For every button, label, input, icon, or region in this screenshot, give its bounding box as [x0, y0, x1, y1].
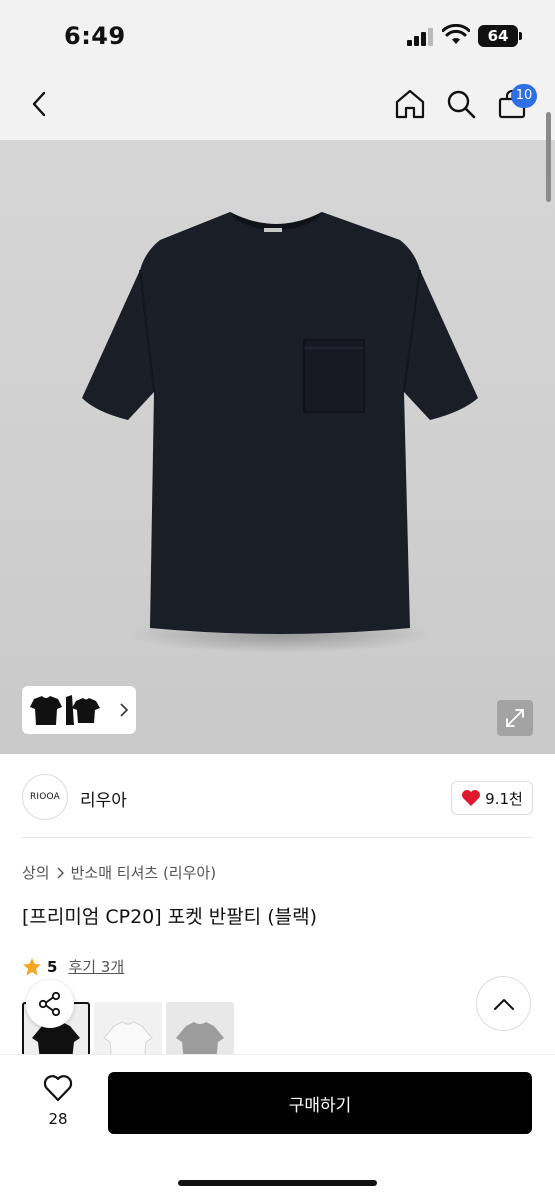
- gray-tshirt-thumbnail: [166, 1002, 234, 1062]
- wifi-icon: [442, 24, 470, 44]
- status-time: 6:49: [64, 22, 126, 50]
- black-tshirt-image: [82, 212, 478, 653]
- chevron-right-icon: [120, 703, 129, 717]
- expand-image-button[interactable]: [497, 700, 533, 736]
- brand-name[interactable]: 리우아: [80, 786, 127, 811]
- breadcrumb-category[interactable]: 상의: [22, 862, 50, 883]
- white-tshirt-thumbnail: [94, 1002, 162, 1062]
- chevron-up-icon: [493, 998, 514, 1010]
- search-button[interactable]: [439, 82, 483, 126]
- chevron-left-icon: [32, 91, 46, 117]
- heart-filled-icon: [462, 790, 481, 806]
- image-thumbnail-strip[interactable]: [22, 686, 136, 734]
- thumbnail-images: [30, 695, 100, 725]
- chevron-right-icon: [57, 867, 64, 878]
- brand-like-count: 9.1천: [485, 789, 523, 808]
- home-indicator: [178, 1180, 377, 1186]
- cellular-signal-icon: [407, 28, 435, 46]
- scroll-to-top-button[interactable]: [476, 976, 531, 1031]
- expand-icon: [506, 709, 524, 727]
- rating-score: 5: [47, 957, 58, 976]
- home-icon: [395, 89, 425, 119]
- swatch-gray[interactable]: [166, 1002, 234, 1062]
- heart-outline-icon: [43, 1075, 73, 1102]
- back-button[interactable]: [18, 82, 62, 126]
- scrollbar[interactable]: [546, 112, 551, 202]
- star-icon: [23, 957, 41, 975]
- reviews-link[interactable]: 후기 3개: [68, 956, 124, 977]
- product-image[interactable]: [0, 140, 555, 754]
- share-button[interactable]: [26, 980, 74, 1028]
- cart-count-badge: 10: [511, 84, 537, 108]
- brand-logo[interactable]: RIOOA: [22, 774, 68, 820]
- battery-icon: 64: [478, 25, 518, 47]
- battery-tip: [519, 32, 522, 40]
- home-button[interactable]: [388, 82, 432, 126]
- brand-logo-text: RIOOA: [29, 792, 61, 802]
- product-title: [프리미엄 CP20] 포켓 반팔티 (블랙): [22, 906, 317, 928]
- breadcrumb-subcategory[interactable]: 반소매 티셔츠 (리우아): [71, 862, 216, 883]
- status-bar: 6:49 64: [0, 0, 555, 72]
- share-icon: [38, 991, 61, 1017]
- wishlist-button[interactable]: 28: [36, 1074, 80, 1128]
- divider: [22, 837, 533, 838]
- breadcrumb: 상의 반소매 티셔츠 (리우아): [22, 862, 216, 883]
- app-header: [0, 72, 555, 140]
- buy-button[interactable]: 구매하기: [108, 1072, 532, 1134]
- search-icon: [447, 90, 476, 119]
- wishlist-count: 28: [48, 1110, 68, 1128]
- rating-row: 5 후기 3개: [22, 956, 124, 977]
- swatch-white[interactable]: [94, 1002, 162, 1062]
- brand-like-button[interactable]: 9.1천: [451, 781, 533, 815]
